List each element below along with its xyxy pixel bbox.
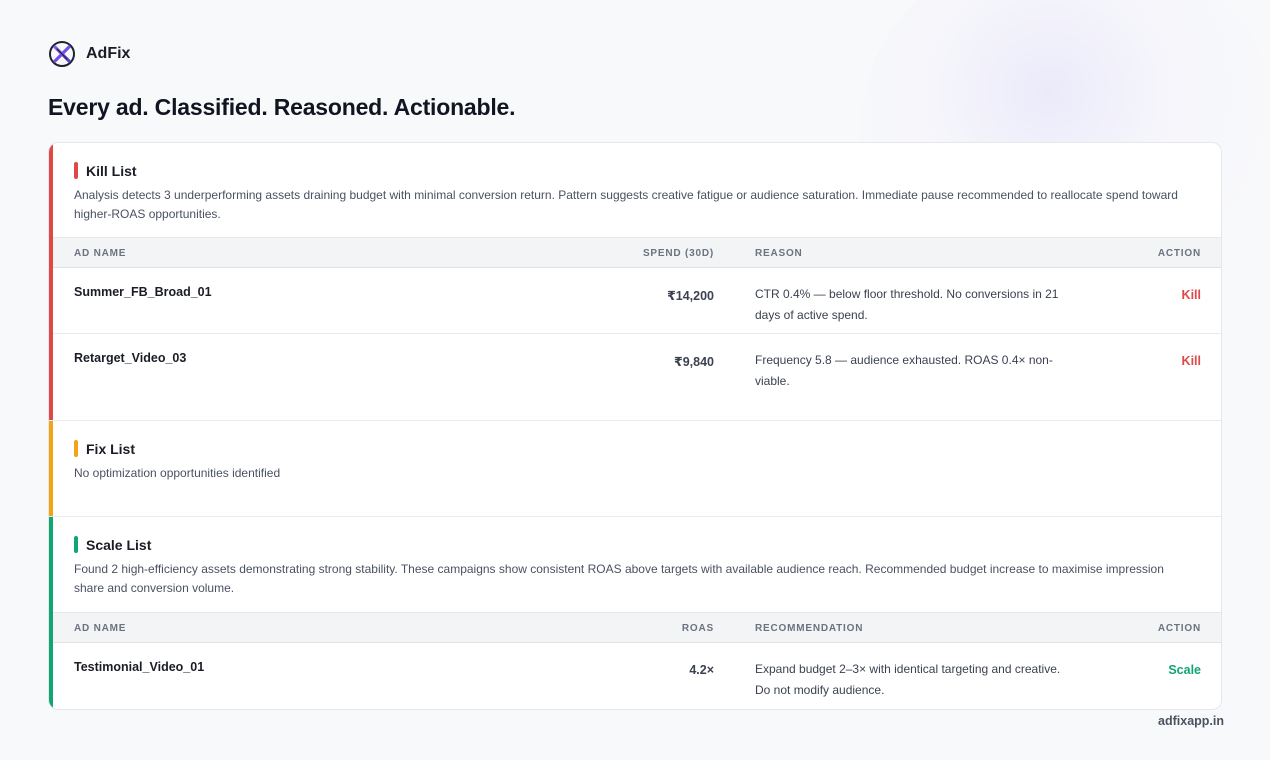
scale-pill-icon (74, 536, 78, 553)
fix-list-title: Fix List (86, 440, 136, 457)
scale-list-description: Found 2 high-efficiency assets demonstra… (74, 562, 1164, 595)
col-roas: ROAS (681, 623, 714, 634)
ad-reason: CTR 0.4% — below floor threshold. No con… (755, 287, 1059, 322)
kill-pill-icon (74, 162, 78, 179)
brand-name: AdFix (86, 45, 131, 62)
brand[interactable]: AdFix (48, 40, 130, 68)
scale-list-section: Scale List Found 2 high-efficiency asset… (49, 516, 1221, 709)
fix-list-description: No optimization opportunities identified (74, 466, 281, 480)
col-reason: REASON (755, 248, 803, 259)
ad-reason: Frequency 5.8 — audience exhausted. ROAS… (755, 353, 1053, 388)
kill-list-section: Kill List Analysis detects 3 underperfor… (49, 143, 1221, 420)
fix-pill-icon (74, 440, 78, 457)
scale-list-title: Scale List (86, 536, 152, 553)
fix-list-header: Fix List (74, 440, 135, 457)
table-row[interactable]: Retarget_Video_03 ₹9,840 Frequency 5.8 —… (53, 334, 1221, 420)
ad-recommendation: Expand budget 2–3× with identical target… (755, 662, 1061, 697)
col-ad-name: AD NAME (74, 248, 127, 259)
kill-list-title: Kill List (86, 162, 137, 179)
ad-name: Retarget_Video_03 (74, 351, 187, 365)
ad-spend: ₹14,200 (667, 289, 714, 303)
table-row[interactable]: Summer_FB_Broad_01 ₹14,200 CTR 0.4% — be… (53, 268, 1221, 334)
ad-spend: ₹9,840 (674, 355, 714, 369)
table-row[interactable]: Testimonial_Video_01 4.2× Expand budget … (53, 643, 1221, 709)
ad-name: Testimonial_Video_01 (74, 660, 205, 674)
classification-card: Kill List Analysis detects 3 underperfor… (48, 142, 1222, 710)
scale-list-header: Scale List (74, 536, 151, 553)
kill-table-header: AD NAME SPEND (30D) REASON ACTION (53, 237, 1221, 268)
footer-site-link[interactable]: adfixapp.in (1158, 714, 1224, 728)
fix-list-section: Fix List No optimization opportunities i… (49, 420, 1221, 516)
ad-roas: 4.2× (689, 663, 714, 677)
page-headline: Every ad. Classified. Reasoned. Actionab… (48, 94, 516, 120)
kill-action-button[interactable]: Kill (1182, 354, 1201, 368)
kill-list-header: Kill List (74, 162, 137, 179)
scale-table-header: AD NAME ROAS RECOMMENDATION ACTION (53, 612, 1221, 643)
col-action: ACTION (1157, 623, 1201, 634)
col-ad-name: AD NAME (74, 623, 127, 634)
col-spend: SPEND (30D) (642, 248, 714, 259)
adfix-logo-icon (48, 40, 76, 68)
col-action: ACTION (1157, 248, 1201, 259)
kill-action-button[interactable]: Kill (1182, 288, 1201, 302)
col-recommendation: RECOMMENDATION (755, 623, 864, 634)
kill-list-description: Analysis detects 3 underperforming asset… (74, 188, 1178, 221)
ad-name: Summer_FB_Broad_01 (74, 285, 212, 299)
scale-action-button[interactable]: Scale (1168, 663, 1201, 677)
fix-accent-bar (49, 421, 53, 516)
